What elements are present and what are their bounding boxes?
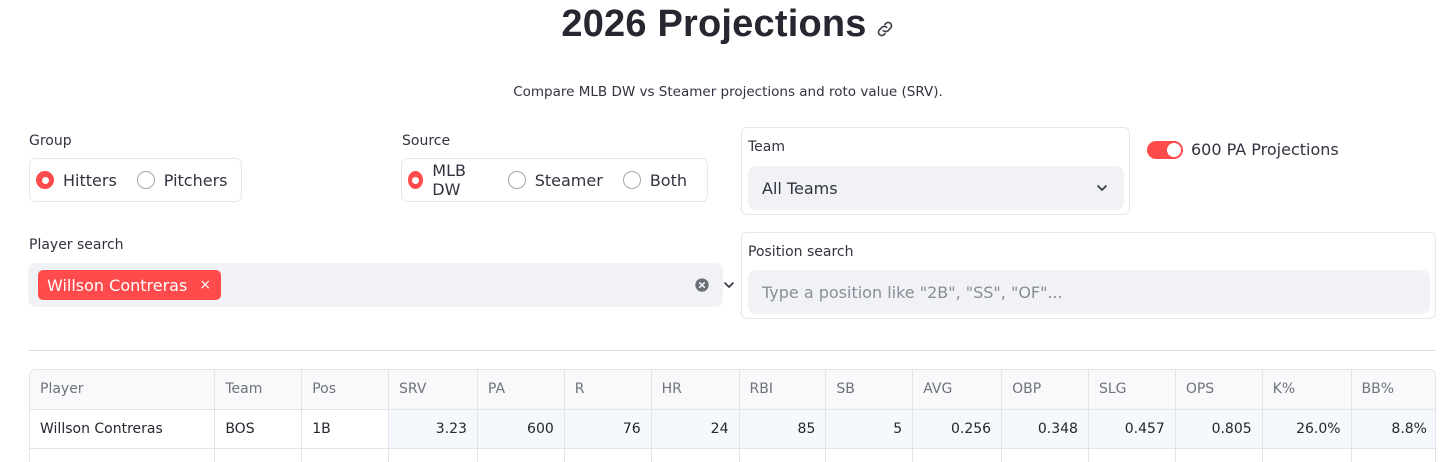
position-search-input[interactable] [748, 270, 1430, 314]
chip-remove-icon[interactable]: × [199, 277, 211, 293]
radio-pitchers-label: Pitchers [163, 170, 228, 190]
pa-projections-toggle-label: 600 PA Projections [1191, 140, 1339, 159]
table-cell[interactable]: 1B [301, 409, 390, 449]
table-cell[interactable]: 24 [651, 409, 740, 449]
position-search-label: Position search [748, 244, 854, 260]
team-card: Team All Teams [741, 127, 1130, 215]
table-cell-empty [30, 448, 216, 462]
position-search-card: Position search [741, 232, 1436, 319]
table-cell[interactable]: 85 [739, 409, 827, 449]
radio-mlb-dw[interactable]: MLB DW [408, 161, 488, 199]
table-cell[interactable]: 26.0% [1262, 409, 1352, 449]
table-cell-empty [1175, 448, 1263, 462]
team-select-value: All Teams [762, 178, 838, 198]
source-radio-group: MLB DW Steamer Both [401, 158, 708, 202]
radio-pitchers-indicator[interactable] [136, 171, 155, 189]
radio-hitters-label: Hitters [63, 170, 117, 190]
column-header-ops[interactable]: OPS [1175, 370, 1263, 410]
radio-pitchers[interactable]: Pitchers [136, 170, 228, 190]
table-cell[interactable]: 0.348 [1001, 409, 1089, 449]
table-cell[interactable]: 76 [564, 409, 652, 449]
column-header-pa[interactable]: PA [477, 370, 565, 410]
chevron-down-icon[interactable] [721, 277, 737, 293]
table-cell-empty [564, 448, 652, 462]
column-header-srv[interactable]: SRV [388, 370, 478, 410]
table-cell[interactable]: 3.23 [388, 409, 478, 449]
table-row-empty [30, 448, 1435, 462]
table-cell-empty [825, 448, 914, 462]
table-cell[interactable]: 0.256 [912, 409, 1003, 449]
team-select[interactable]: All Teams [748, 166, 1124, 210]
column-header-obp[interactable]: OBP [1001, 370, 1089, 410]
table-cell[interactable]: Willson Contreras [30, 409, 216, 449]
column-header-sb[interactable]: SB [825, 370, 914, 410]
radio-hitters[interactable]: Hitters [36, 171, 117, 190]
radio-both-indicator[interactable] [622, 171, 641, 189]
table-cell-empty [214, 448, 303, 462]
table-cell-empty [651, 448, 740, 462]
radio-both-label: Both [649, 170, 687, 190]
column-header-player[interactable]: Player [30, 370, 216, 410]
title-row: 2026 Projections [0, 0, 1456, 50]
radio-mlb-dw-indicator[interactable] [408, 171, 424, 189]
radio-steamer-label: Steamer [534, 170, 603, 190]
player-chip: Willson Contreras × [38, 270, 222, 300]
table-cell-empty [1351, 448, 1435, 462]
source-label: Source [402, 133, 451, 149]
column-header-hr[interactable]: HR [651, 370, 740, 410]
column-header-rbi[interactable]: RBI [739, 370, 827, 410]
radio-both[interactable]: Both [622, 170, 687, 190]
column-header-avg[interactable]: AVG [912, 370, 1003, 410]
column-header-team[interactable]: Team [214, 370, 303, 410]
chevron-down-icon[interactable] [1094, 180, 1110, 196]
player-search-label: Player search [29, 237, 124, 253]
projections-table[interactable]: Player Team Pos SRV PA R HR RBI SB AVG O… [29, 369, 1436, 462]
column-header-k-pct[interactable]: K% [1262, 370, 1352, 410]
table-cell-empty [301, 448, 390, 462]
table-cell[interactable]: 0.805 [1175, 409, 1263, 449]
table-cell-empty [1262, 448, 1352, 462]
player-search-multiselect[interactable]: Willson Contreras × [28, 263, 734, 307]
table-cell-empty [739, 448, 827, 462]
table-cell[interactable]: 5 [825, 409, 914, 449]
team-label: Team [748, 139, 786, 155]
clear-all-icon[interactable] [694, 277, 710, 293]
table-cell[interactable]: 8.8% [1351, 409, 1435, 449]
group-label: Group [29, 133, 72, 149]
column-header-slg[interactable]: SLG [1088, 370, 1176, 410]
player-chip-label: Willson Contreras [47, 275, 188, 295]
table-row[interactable]: Willson Contreras BOS 1B 3.23 600 76 24 … [30, 409, 1435, 449]
section-divider [28, 350, 1436, 351]
table-cell-empty [388, 448, 478, 462]
table-cell[interactable]: 600 [477, 409, 565, 449]
pa-projections-toggle[interactable] [1147, 141, 1183, 159]
table-cell-empty [1088, 448, 1176, 462]
page-subtitle: Compare MLB DW vs Steamer projections an… [513, 84, 943, 100]
table-cell[interactable]: BOS [214, 409, 303, 449]
table-cell-empty [912, 448, 1003, 462]
table-cell-empty [477, 448, 565, 462]
radio-mlb-dw-label: MLB DW [432, 161, 466, 199]
radio-steamer[interactable]: Steamer [507, 170, 603, 190]
group-radio-group: Hitters Pitchers [29, 158, 242, 202]
column-header-bb-pct[interactable]: BB% [1351, 370, 1435, 410]
link-icon[interactable] [875, 19, 895, 39]
column-header-r[interactable]: R [564, 370, 652, 410]
table-cell[interactable]: 0.457 [1088, 409, 1176, 449]
radio-hitters-indicator[interactable] [36, 171, 54, 189]
table-cell-empty [1001, 448, 1089, 462]
page-title: 2026 Projections [561, 3, 867, 45]
table-header-row: Player Team Pos SRV PA R HR RBI SB AVG O… [30, 370, 1435, 410]
projections-page: 2026 Projections Compare MLB DW vs Steam… [0, 0, 1456, 462]
radio-steamer-indicator[interactable] [507, 171, 526, 189]
column-header-pos[interactable]: Pos [301, 370, 390, 410]
